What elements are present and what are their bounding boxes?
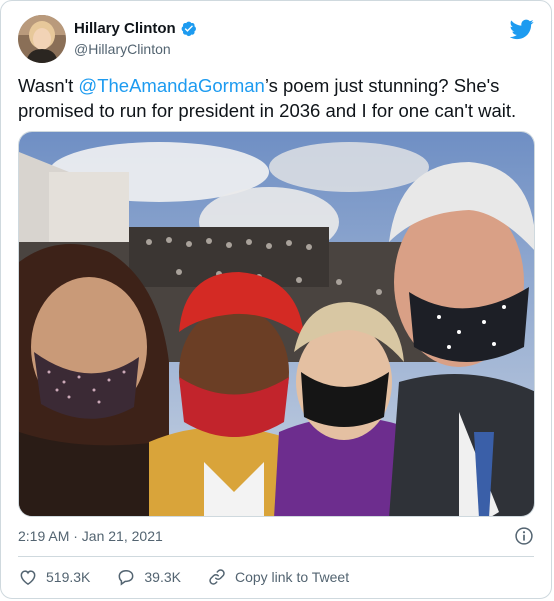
copy-link-button[interactable]: Copy link to Tweet (207, 567, 349, 587)
copy-link-label: Copy link to Tweet (234, 569, 350, 585)
action-bar: 519.3K 39.3K Copy link to Tweet (18, 567, 375, 587)
heart-icon (20, 570, 36, 585)
tweet-photo[interactable] (18, 131, 535, 517)
tweet-text: Wasn't @TheAmandaGorman’s poem just stun… (18, 75, 517, 121)
like-button[interactable]: 519.3K (18, 567, 90, 587)
verified-badge-icon (181, 21, 196, 37)
link-icon (209, 569, 225, 585)
reply-icon (118, 569, 134, 586)
reply-count: 39.3K (144, 569, 181, 585)
info-icon[interactable] (514, 526, 534, 546)
twitter-bird-icon[interactable] (510, 17, 534, 41)
tweet-card: Hillary Clinton @HillaryClinton Wasn't @… (0, 0, 552, 599)
author-handle[interactable]: @HillaryClinton (74, 41, 171, 57)
divider (18, 556, 534, 557)
avatar[interactable] (18, 15, 66, 63)
mention-link[interactable]: @TheAmandaGorman (78, 75, 264, 96)
like-count: 519.3K (46, 569, 91, 585)
tweet-timestamp[interactable]: 2:19 AM · Jan 21, 2021 (18, 528, 163, 544)
author-name[interactable]: Hillary Clinton (74, 20, 176, 37)
reply-button[interactable]: 39.3K (116, 567, 181, 587)
